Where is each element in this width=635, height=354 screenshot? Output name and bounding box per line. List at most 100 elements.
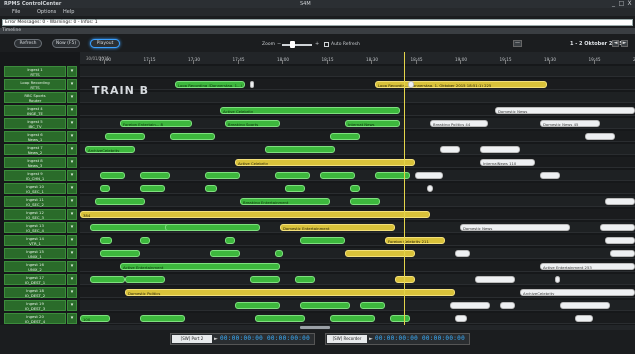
schedule-block[interactable] xyxy=(575,315,593,322)
channel-label[interactable]: Ingest 7 News_2 xyxy=(4,144,66,155)
menu-help[interactable]: Help xyxy=(63,9,74,15)
scrollbar-thumb[interactable] xyxy=(300,326,330,329)
schedule-block[interactable]: Internat News xyxy=(345,120,400,127)
schedule-block[interactable] xyxy=(300,302,350,309)
schedule-block[interactable] xyxy=(455,315,467,322)
schedule-block[interactable] xyxy=(475,276,515,283)
schedule-block[interactable] xyxy=(170,133,215,140)
channel-label[interactable]: Ingest 1 RTTS xyxy=(4,66,66,77)
channel-dropdown-icon[interactable]: ▾ xyxy=(67,287,77,298)
schedule-block[interactable] xyxy=(455,250,470,257)
port-panel-arrow-icon[interactable]: ► xyxy=(214,335,219,343)
channel-dropdown-icon[interactable]: ▾ xyxy=(67,131,77,142)
playhead[interactable] xyxy=(404,52,405,325)
recorder-panel-arrow-icon[interactable]: ► xyxy=(369,335,374,343)
schedule-block[interactable] xyxy=(600,224,635,231)
channel-label[interactable]: Ingest 6 News_1 xyxy=(4,131,66,142)
schedule-block[interactable]: Active Entertainment 253 xyxy=(540,263,635,270)
schedule-block[interactable] xyxy=(330,315,375,322)
schedule-block[interactable] xyxy=(140,172,170,179)
channel-dropdown-icon[interactable]: ▾ xyxy=(67,248,77,259)
schedule-block[interactable] xyxy=(250,276,280,283)
channel-label[interactable]: Ingest 14 VTR_1 xyxy=(4,235,66,246)
channel-dropdown-icon[interactable]: ▾ xyxy=(67,66,77,77)
schedule-block[interactable] xyxy=(140,185,165,192)
schedule-block[interactable] xyxy=(210,250,240,257)
schedule-block[interactable] xyxy=(235,302,280,309)
schedule-block[interactable] xyxy=(320,172,355,179)
now-button[interactable]: Now (F5) xyxy=(52,39,80,48)
zoom-slider-handle[interactable] xyxy=(290,41,295,48)
channel-label[interactable]: Ingest 15 UNIX_1 xyxy=(4,248,66,259)
channel-dropdown-icon[interactable]: ▾ xyxy=(67,170,77,181)
schedule-block[interactable]: Foreign Entertain... 8 xyxy=(120,120,192,127)
schedule-block[interactable] xyxy=(255,315,305,322)
zoom-in-button[interactable]: + xyxy=(315,41,319,47)
schedule-block[interactable] xyxy=(500,302,515,309)
timeline-row[interactable] xyxy=(80,235,635,246)
schedule-block[interactable] xyxy=(350,198,380,205)
channel-label[interactable]: Ingest 19 IO_DEST_3 xyxy=(4,300,66,311)
schedule-block[interactable] xyxy=(408,81,414,88)
channel-dropdown-icon[interactable]: ▾ xyxy=(67,79,77,90)
schedule-block[interactable] xyxy=(415,172,443,179)
schedule-block[interactable] xyxy=(540,172,560,179)
channel-label[interactable]: Ingest 20 IO_DEST_4 xyxy=(4,313,66,324)
schedule-block[interactable] xyxy=(480,146,520,153)
schedule-block[interactable] xyxy=(450,302,490,309)
playout-button[interactable]: Playout xyxy=(90,39,120,48)
menu-options[interactable]: Options xyxy=(37,9,56,15)
timeline-row[interactable] xyxy=(80,300,635,311)
channel-label[interactable]: Ingest 12 IO_SEC_3 xyxy=(4,209,66,220)
schedule-block[interactable]: Breaking Entertainment xyxy=(240,198,330,205)
port-panel-label[interactable]: [SW] Port 2 xyxy=(172,335,212,343)
schedule-block[interactable] xyxy=(295,276,315,283)
schedule-block[interactable] xyxy=(285,185,305,192)
schedule-block[interactable]: ArchiveCelebrity xyxy=(85,146,135,153)
schedule-block[interactable] xyxy=(100,237,112,244)
schedule-block[interactable] xyxy=(427,185,433,192)
channel-label[interactable]: Loop Recording RTTS xyxy=(4,79,66,90)
schedule-block[interactable] xyxy=(555,276,560,283)
channel-dropdown-icon[interactable]: ▾ xyxy=(67,105,77,116)
schedule-block[interactable]: 100 xyxy=(80,315,110,322)
recorder-panel-label[interactable]: [SW] Recorder xyxy=(327,335,367,343)
schedule-block[interactable] xyxy=(205,185,217,192)
schedule-block[interactable]: Domestic News 45 xyxy=(540,120,600,127)
schedule-block[interactable]: Active Entertainment xyxy=(120,263,280,270)
schedule-block[interactable] xyxy=(605,198,635,205)
zoom-slider[interactable] xyxy=(282,44,312,46)
schedule-block[interactable] xyxy=(100,172,125,179)
channel-label[interactable]: Ingest 9 IO_CHN_1 xyxy=(4,170,66,181)
schedule-block[interactable]: Loop Recording (Donnerstag, 1...) 224 xyxy=(175,81,245,88)
schedule-block[interactable] xyxy=(125,276,165,283)
schedule-block[interactable]: Active Celebrity xyxy=(235,159,415,166)
channel-label[interactable]: Ingest 11 IO_SEC_2 xyxy=(4,196,66,207)
schedule-block[interactable] xyxy=(105,133,145,140)
schedule-block[interactable]: Active Celebrity xyxy=(220,107,400,114)
channel-label[interactable]: Ingest 10 IO_SEC_1 xyxy=(4,183,66,194)
schedule-block[interactable] xyxy=(100,185,110,192)
schedule-block[interactable] xyxy=(275,250,283,257)
message-bar[interactable]: Error Messages: 0 - Warnings: 0 - Infos:… xyxy=(2,19,633,26)
menu-file[interactable]: File xyxy=(12,9,20,15)
channel-label[interactable]: RBC Sports Router xyxy=(4,92,66,103)
schedule-block[interactable]: ArchiveCelebrity xyxy=(520,289,635,296)
channel-dropdown-icon[interactable]: ▾ xyxy=(67,157,77,168)
channel-label[interactable]: Ingest 5 IBC_TV xyxy=(4,118,66,129)
schedule-block[interactable] xyxy=(95,198,145,205)
channel-dropdown-icon[interactable]: ▾ xyxy=(67,222,77,233)
nav-next-button[interactable]: ► xyxy=(621,40,628,47)
schedule-block[interactable] xyxy=(140,237,150,244)
channel-dropdown-icon[interactable]: ▾ xyxy=(67,313,77,324)
schedule-block[interactable]: Domestic Entertainment xyxy=(280,224,395,231)
schedule-block[interactable]: Domestic News xyxy=(495,107,635,114)
schedule-block[interactable] xyxy=(330,133,360,140)
schedule-block[interactable] xyxy=(250,81,254,88)
schedule-block[interactable] xyxy=(165,224,260,231)
channel-label[interactable]: Ingest 16 UNIX_2 xyxy=(4,261,66,272)
maximize-button[interactable]: □ xyxy=(618,0,625,7)
timeline-row[interactable] xyxy=(80,79,635,90)
schedule-block[interactable] xyxy=(100,250,140,257)
channel-label[interactable]: Ingest 18 IO_DEST_2 xyxy=(4,287,66,298)
